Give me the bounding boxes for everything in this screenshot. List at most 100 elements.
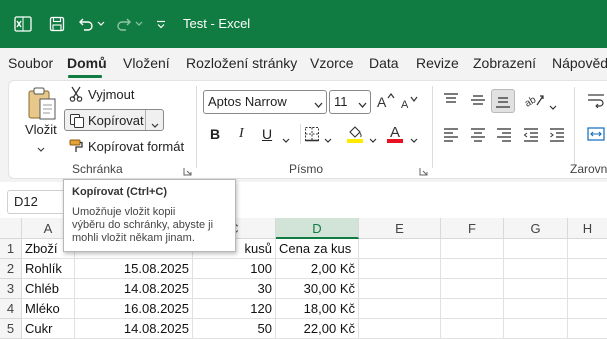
tab-help[interactable]: Nápověda: [552, 55, 607, 71]
cell-g5[interactable]: [504, 319, 568, 339]
tab-view[interactable]: Zobrazení: [473, 55, 536, 71]
tab-formulas[interactable]: Vzorce: [310, 55, 354, 71]
cell-d4[interactable]: 18,00 Kč: [276, 299, 359, 319]
row-header-1[interactable]: 1: [0, 239, 22, 259]
cell-f2[interactable]: [441, 259, 504, 279]
cell-c3[interactable]: 30: [193, 279, 276, 299]
cell-c2[interactable]: 100: [193, 259, 276, 279]
cell-g2[interactable]: [504, 259, 568, 279]
orientation-icon[interactable]: ab: [523, 90, 545, 113]
cell-b2[interactable]: 15.08.2025: [75, 259, 193, 279]
cell-a4[interactable]: Mléko: [22, 299, 75, 319]
tab-insert[interactable]: Vložení: [123, 55, 170, 71]
cell-g4[interactable]: [504, 299, 568, 319]
cut-button-label[interactable]: Vyjmout: [88, 87, 134, 102]
paste-icon[interactable]: [26, 86, 58, 122]
cell-e5[interactable]: [359, 319, 441, 339]
copy-dropdown-icon[interactable]: [151, 117, 159, 132]
italic-button[interactable]: I: [239, 126, 244, 142]
cell-h2[interactable]: [568, 259, 607, 279]
row-header-3[interactable]: 3: [0, 279, 22, 299]
column-header-g[interactable]: G: [504, 218, 568, 239]
cell-f4[interactable]: [441, 299, 504, 319]
increase-font-size-icon[interactable]: A: [376, 92, 396, 113]
font-size-dropdown[interactable]: 11: [329, 90, 371, 114]
top-align-icon[interactable]: [443, 92, 459, 111]
middle-align-icon[interactable]: [470, 92, 486, 111]
cell-a5[interactable]: Cukr: [22, 319, 75, 339]
cell-d3[interactable]: 30,00 Kč: [276, 279, 359, 299]
undo-dropdown-icon[interactable]: [96, 0, 106, 48]
cell-h4[interactable]: [568, 299, 607, 319]
fill-color-dropdown-icon[interactable]: [369, 132, 377, 147]
redo-icon[interactable]: [114, 0, 134, 48]
undo-icon[interactable]: [76, 0, 96, 48]
merge-center-icon[interactable]: [587, 126, 605, 145]
align-right-icon[interactable]: [496, 126, 512, 145]
underline-button[interactable]: U: [262, 126, 272, 142]
cell-f3[interactable]: [441, 279, 504, 299]
cell-e1[interactable]: [359, 239, 441, 259]
tab-file[interactable]: Soubor: [8, 55, 53, 71]
cell-g1[interactable]: [504, 239, 568, 259]
tab-data[interactable]: Data: [369, 55, 399, 71]
copy-button[interactable]: Kopírovat: [64, 109, 164, 131]
underline-dropdown-icon[interactable]: [282, 132, 290, 147]
column-header-f[interactable]: F: [441, 218, 504, 239]
cell-c5[interactable]: 50: [193, 319, 276, 339]
row-header-2[interactable]: 2: [0, 259, 22, 279]
bold-button[interactable]: B: [210, 126, 220, 142]
cell-a2[interactable]: Rohlík: [22, 259, 75, 279]
orientation-dropdown-icon[interactable]: [549, 99, 557, 114]
borders-icon[interactable]: [304, 126, 320, 145]
row-header-4[interactable]: 4: [0, 299, 22, 319]
tab-review[interactable]: Revize: [416, 55, 459, 71]
paste-button-label[interactable]: Vložit: [25, 122, 57, 137]
cell-h5[interactable]: [568, 319, 607, 339]
cell-d1[interactable]: Cena za kus: [276, 239, 359, 259]
redo-dropdown-icon[interactable]: [134, 0, 144, 48]
align-center-icon[interactable]: [470, 126, 486, 145]
cell-g3[interactable]: [504, 279, 568, 299]
tab-home[interactable]: Domů: [67, 55, 107, 71]
increase-indent-icon[interactable]: [549, 126, 565, 145]
font-color-dropdown-icon[interactable]: [410, 132, 418, 147]
cell-f1[interactable]: [441, 239, 504, 259]
cell-d5[interactable]: 22,00 Kč: [276, 319, 359, 339]
column-header-d[interactable]: D: [276, 218, 359, 239]
cell-b4[interactable]: 16.08.2025: [75, 299, 193, 319]
cell-a3[interactable]: Chléb: [22, 279, 75, 299]
cell-e2[interactable]: [359, 259, 441, 279]
cell-b3[interactable]: 14.08.2025: [75, 279, 193, 299]
format-painter-icon[interactable]: [68, 138, 84, 154]
cell-e3[interactable]: [359, 279, 441, 299]
format-painter-label[interactable]: Kopírovat formát: [88, 139, 184, 154]
decrease-font-size-icon[interactable]: A: [400, 94, 420, 115]
decrease-indent-icon[interactable]: [523, 126, 539, 145]
cell-f5[interactable]: [441, 319, 504, 339]
cell-b5[interactable]: 14.08.2025: [75, 319, 193, 339]
paste-dropdown-icon[interactable]: [37, 141, 45, 156]
clipboard-launcher-icon[interactable]: [183, 164, 192, 176]
cell-h3[interactable]: [568, 279, 607, 299]
cut-icon[interactable]: [68, 86, 84, 102]
save-icon[interactable]: [44, 0, 70, 48]
borders-dropdown-icon[interactable]: [324, 132, 332, 147]
select-all-corner[interactable]: [0, 218, 22, 239]
row-header-5[interactable]: 5: [0, 319, 22, 339]
name-box[interactable]: D12: [7, 190, 67, 214]
tab-page-layout[interactable]: Rozložení stránky: [186, 55, 297, 71]
cell-e4[interactable]: [359, 299, 441, 319]
fill-color-icon[interactable]: [346, 124, 364, 147]
align-left-icon[interactable]: [443, 126, 459, 145]
cell-h1[interactable]: [568, 239, 607, 259]
font-color-button[interactable]: A: [386, 124, 404, 144]
customize-qat-icon[interactable]: [154, 0, 168, 48]
font-name-dropdown[interactable]: Aptos Narrow: [203, 90, 327, 114]
column-header-e[interactable]: E: [359, 218, 441, 239]
cell-d2[interactable]: 2,00 Kč: [276, 259, 359, 279]
font-launcher-icon[interactable]: [419, 164, 428, 176]
cell-c4[interactable]: 120: [193, 299, 276, 319]
wrap-text-icon[interactable]: [587, 92, 605, 111]
column-header-h[interactable]: H: [568, 218, 607, 239]
